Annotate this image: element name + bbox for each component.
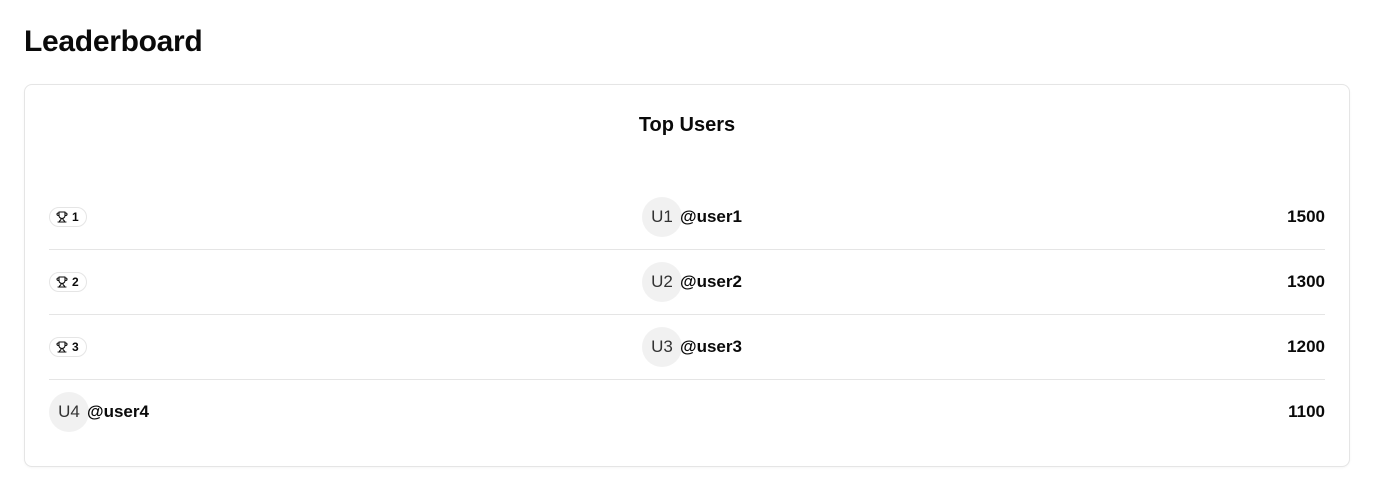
trophy-icon (56, 341, 68, 353)
rank-number: 2 (72, 275, 79, 289)
rank-number: 3 (72, 340, 79, 354)
rank-badge: 1 (49, 207, 87, 227)
user-handle: @user3 (680, 337, 742, 356)
user-score: 1300 (1287, 272, 1325, 291)
leaderboard-row: U4 @user4 1100 (49, 380, 1325, 444)
leaderboard-list: 1 U1 @user1 1500 2 U2 @user2 1300 3 U3 @… (49, 185, 1325, 444)
trophy-icon (56, 211, 68, 223)
leaderboard-row: 2 U2 @user2 1300 (49, 250, 1325, 315)
user-handle: @user1 (680, 207, 742, 226)
user-info: U1 @user1 (642, 197, 742, 237)
user-score: 1200 (1287, 337, 1325, 356)
user-score: 1500 (1287, 207, 1325, 226)
avatar: U4 (49, 392, 89, 432)
card-title: Top Users (638, 114, 736, 136)
rank-number: 1 (72, 210, 79, 224)
avatar: U2 (642, 262, 682, 302)
leaderboard-row: 3 U3 @user3 1200 (49, 315, 1325, 380)
trophy-icon (56, 276, 68, 288)
page-title: Leaderboard (24, 25, 203, 58)
user-info: U2 @user2 (642, 262, 742, 302)
user-score: 1100 (1288, 402, 1325, 421)
rank-badge: 2 (49, 272, 87, 292)
leaderboard-row: 1 U1 @user1 1500 (49, 185, 1325, 250)
user-info: U3 @user3 (642, 327, 742, 367)
avatar: U3 (642, 327, 682, 367)
user-handle: @user4 (87, 402, 149, 421)
rank-badge: 3 (49, 337, 87, 357)
user-handle: @user2 (680, 272, 742, 291)
leaderboard-card: Top Users 1 U1 @user1 1500 2 U2 @user2 1… (24, 84, 1350, 467)
user-info: U4 @user4 (49, 392, 149, 432)
avatar: U1 (642, 197, 682, 237)
